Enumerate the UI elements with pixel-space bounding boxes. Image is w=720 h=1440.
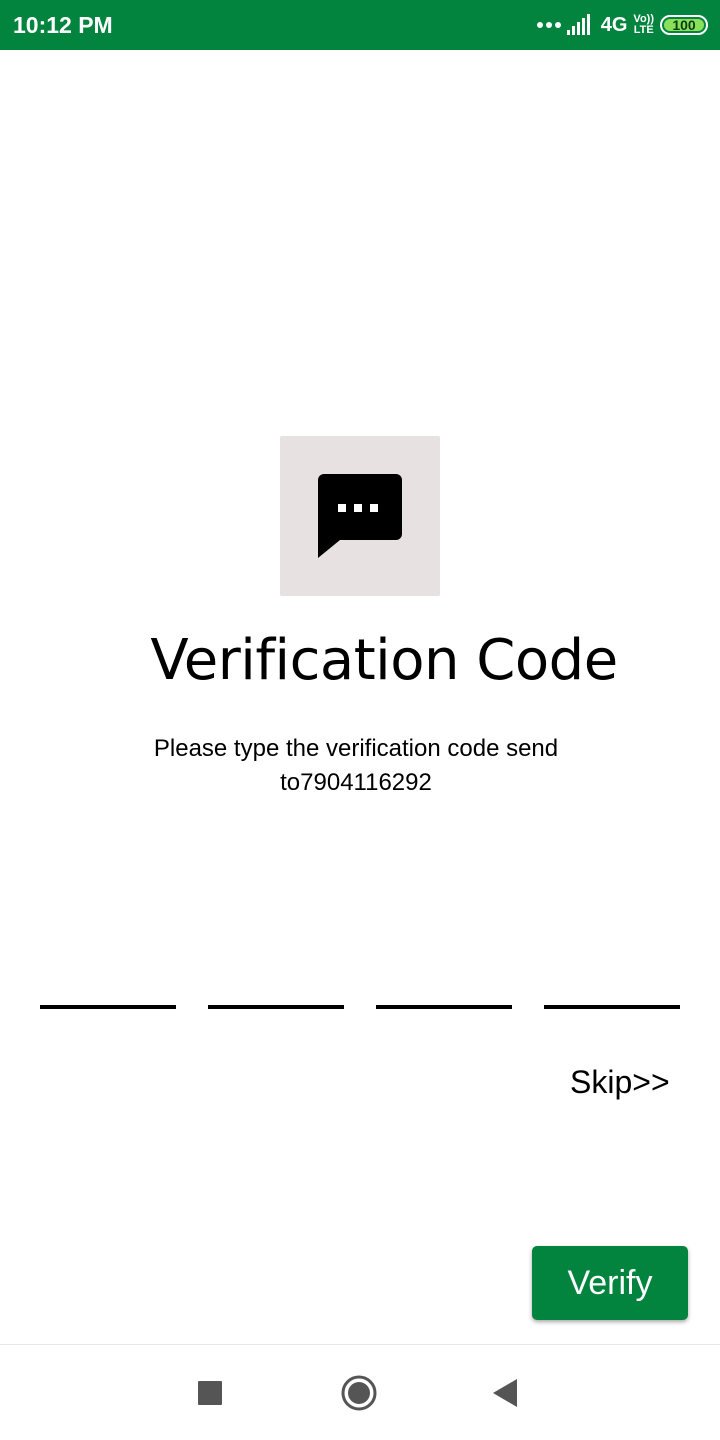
signal-icon bbox=[566, 14, 590, 35]
recents-button[interactable] bbox=[170, 1345, 250, 1440]
otp-input-row bbox=[40, 1005, 680, 1010]
network-type: 4G bbox=[600, 13, 628, 36]
page-title: Verification Code bbox=[150, 628, 618, 693]
volte-bottom: LTE bbox=[633, 24, 654, 36]
otp-digit-1[interactable] bbox=[40, 1005, 176, 1009]
status-bar: 10:12 PM 4G Vo)) LTE 100 bbox=[0, 0, 720, 50]
back-triangle-icon bbox=[493, 1379, 517, 1407]
otp-digit-4[interactable] bbox=[544, 1005, 680, 1009]
home-circle-icon bbox=[341, 1375, 377, 1411]
battery-icon: 100 bbox=[660, 15, 708, 35]
skip-link[interactable]: Skip>> bbox=[570, 1064, 670, 1101]
back-button[interactable] bbox=[466, 1345, 546, 1440]
navigation-bar bbox=[0, 1344, 720, 1440]
verify-button[interactable]: Verify bbox=[532, 1246, 688, 1320]
message-dots-icon bbox=[318, 474, 402, 558]
battery-level: 100 bbox=[672, 17, 696, 33]
home-button[interactable] bbox=[319, 1345, 399, 1440]
status-icons: 4G Vo)) LTE 100 bbox=[536, 10, 708, 40]
otp-digit-2[interactable] bbox=[208, 1005, 344, 1009]
message-icon-box bbox=[280, 436, 440, 596]
status-time: 10:12 PM bbox=[13, 12, 113, 38]
recents-square-icon bbox=[198, 1381, 222, 1405]
more-dots-icon bbox=[536, 22, 561, 28]
verification-instructions: Please type the verification code send t… bbox=[153, 735, 559, 796]
otp-digit-3[interactable] bbox=[376, 1005, 512, 1009]
volte-icon: Vo)) LTE bbox=[633, 14, 654, 36]
